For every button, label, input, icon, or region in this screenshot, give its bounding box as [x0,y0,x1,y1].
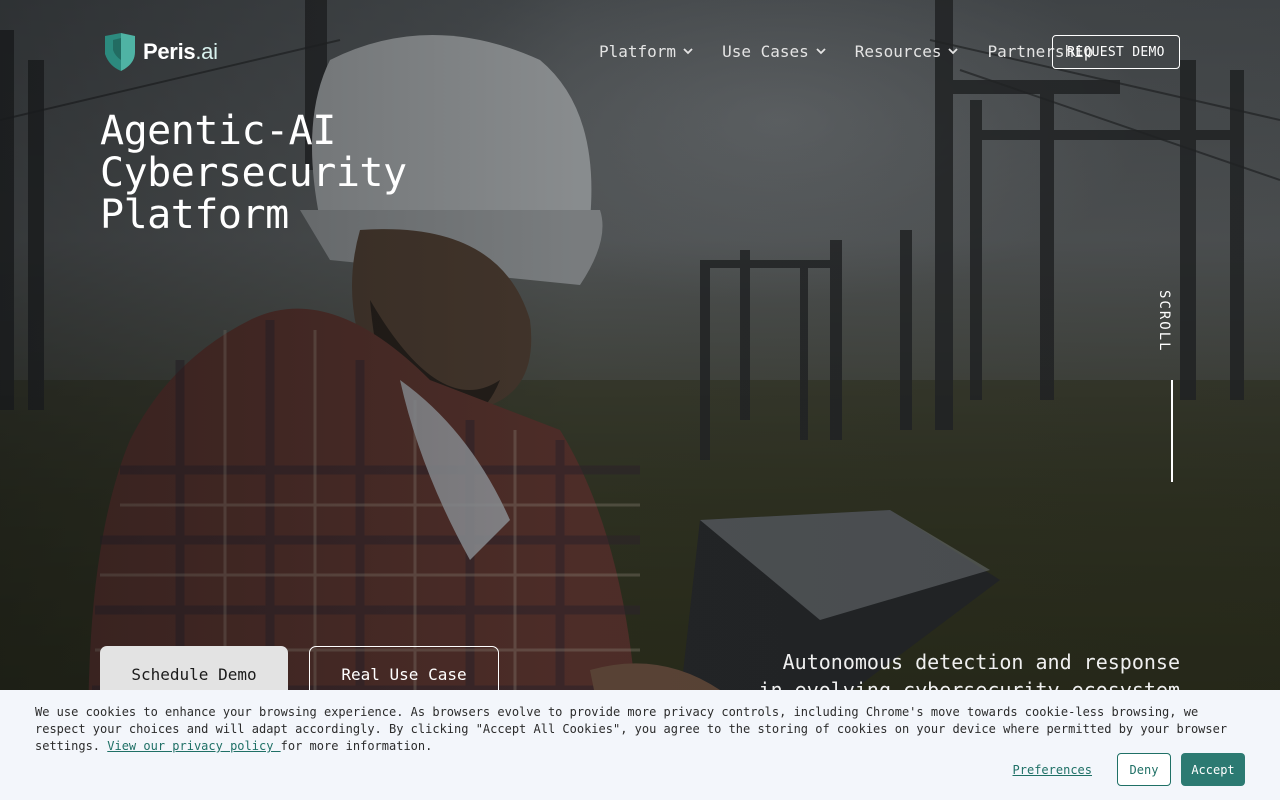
scroll-label: SCROLL [1156,290,1172,353]
brand-name: Peris.ai [143,39,218,64]
scroll-line [1171,380,1173,482]
brand-logo[interactable]: Peris.ai [103,32,218,72]
cookie-message-tail: for more information. [280,739,433,753]
privacy-policy-link[interactable]: View our privacy policy [107,739,280,753]
nav-use-cases[interactable]: Use Cases [722,40,827,62]
chevron-down-icon [683,48,693,55]
cookie-message: We use cookies to enhance your browsing … [35,704,1245,755]
hero-title-line-3: Platform [100,192,289,238]
cookie-banner: We use cookies to enhance your browsing … [0,690,1280,800]
cookie-deny-button[interactable]: Deny [1117,753,1171,786]
chevron-down-icon [948,48,959,55]
hero-title-line-1: Agentic-AI [100,108,336,154]
peris-logo-icon [105,33,135,71]
nav-use-cases-label: Use Cases [722,41,809,61]
request-demo-button[interactable]: REQUEST DEMO [1052,35,1180,69]
hero-tagline-line-1: Autonomous detection and response [782,650,1180,674]
nav-platform[interactable]: Platform [599,40,694,62]
hero-title-line-2: Cybersecurity [100,150,407,196]
nav-resources-label: Resources [854,41,942,61]
nav-platform-label: Platform [599,41,677,61]
chevron-down-icon [816,48,826,55]
nav-resources[interactable]: Resources [855,40,960,62]
cookie-accept-button[interactable]: Accept [1181,753,1245,786]
main-nav: Platform Use Cases Resources Partnership [599,40,1093,62]
scroll-indicator[interactable]: SCROLL [1152,286,1192,486]
cookie-preferences-button[interactable]: Preferences [1013,763,1092,777]
hero-title: Agentic-AI Cybersecurity Platform [100,110,560,236]
cookie-actions: Preferences Deny Accept [1013,753,1245,786]
